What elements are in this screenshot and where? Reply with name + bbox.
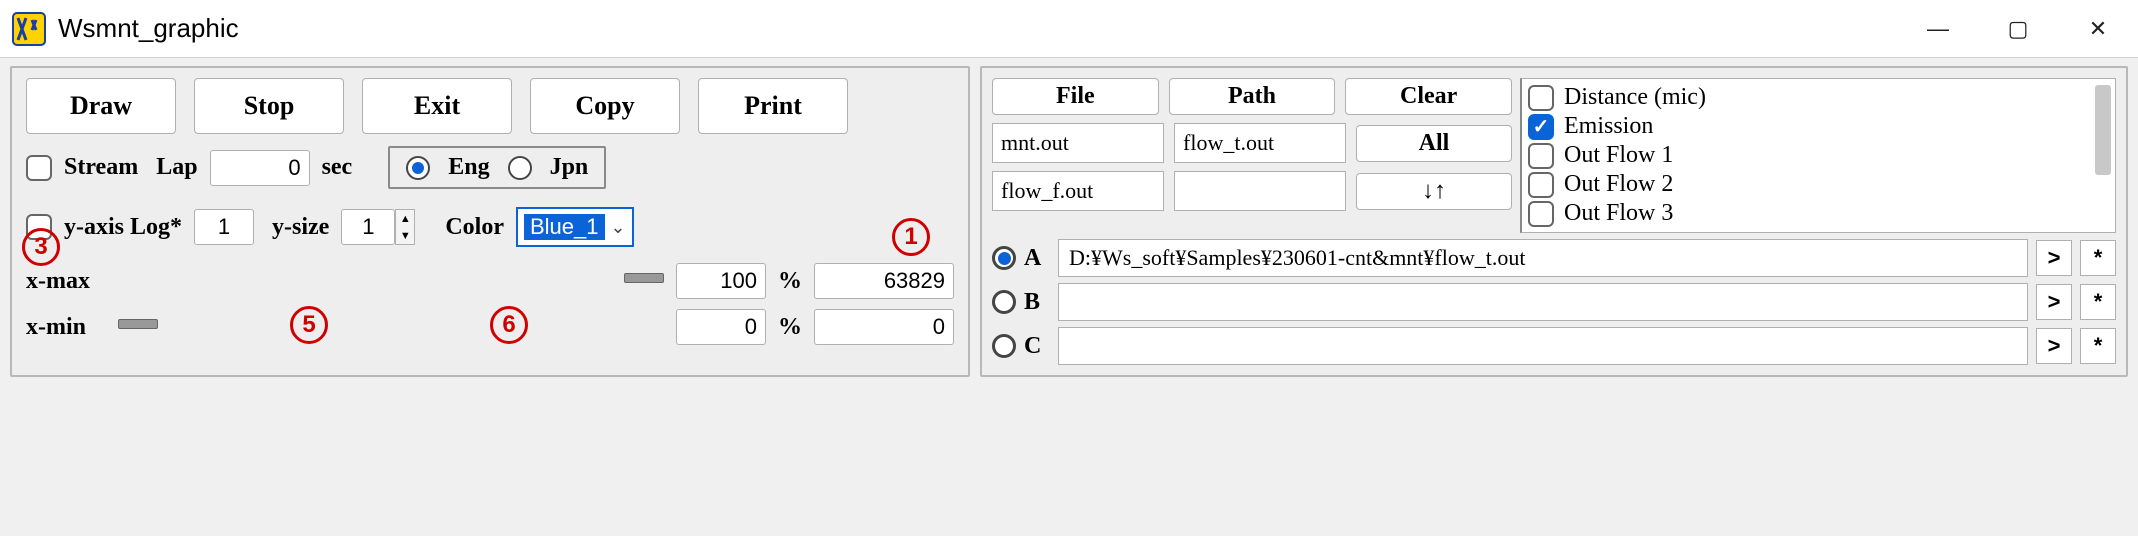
stop-button[interactable]: Stop xyxy=(194,78,344,134)
check-item-distance[interactable]: Distance (mic) xyxy=(1528,83,2109,112)
lap-unit-label: sec xyxy=(322,154,353,181)
xmax-pct-field[interactable]: 100 xyxy=(676,263,766,299)
file-c-radio[interactable] xyxy=(992,334,1016,358)
minimize-icon: — xyxy=(1927,16,1949,42)
lap-label: Lap xyxy=(156,154,197,181)
file-a-path[interactable]: D:¥Ws_soft¥Samples¥230601-cnt&mnt¥flow_t… xyxy=(1058,239,2028,277)
flow-t-out-cell[interactable]: flow_t.out xyxy=(1174,123,1346,163)
distance-label: Distance (mic) xyxy=(1564,84,1706,111)
close-icon: ✕ xyxy=(2089,16,2107,42)
outflow2-label: Out Flow 2 xyxy=(1564,171,1673,198)
print-button[interactable]: Print xyxy=(698,78,848,134)
file-button[interactable]: File xyxy=(992,78,1159,115)
file-a-star-button[interactable]: * xyxy=(2080,240,2116,276)
stream-label: Stream xyxy=(64,154,138,181)
swap-button[interactable]: ↓↑ xyxy=(1356,173,1512,210)
file-row-a: A D:¥Ws_soft¥Samples¥230601-cnt&mnt¥flow… xyxy=(992,239,2116,277)
language-group: Eng Jpn xyxy=(388,146,606,189)
file-c-label: C xyxy=(1024,333,1050,360)
xmax-value-field[interactable]: 63829 xyxy=(814,263,954,299)
xmin-pct-symbol: % xyxy=(778,314,802,341)
file-c-star-button[interactable]: * xyxy=(2080,328,2116,364)
xmin-label: x-min xyxy=(26,314,106,341)
flow-f-out-cell[interactable]: flow_f.out xyxy=(992,171,1164,211)
outflow1-label: Out Flow 1 xyxy=(1564,142,1673,169)
jpn-label: Jpn xyxy=(550,154,589,181)
xmax-pct-symbol: % xyxy=(778,268,802,295)
window-title: Wsmnt_graphic xyxy=(58,13,239,44)
file-row-c: C > * xyxy=(992,327,2116,365)
file-a-radio[interactable] xyxy=(992,246,1016,270)
check-item-outflow2[interactable]: Out Flow 2 xyxy=(1528,170,2109,199)
check-item-outflow1[interactable]: Out Flow 1 xyxy=(1528,141,2109,170)
all-button[interactable]: All xyxy=(1356,125,1512,162)
app-icon xyxy=(12,12,46,46)
xmin-value-field[interactable]: 0 xyxy=(814,309,954,345)
file-b-go-button[interactable]: > xyxy=(2036,284,2072,320)
ysize-spinner[interactable]: 1 ▲▼ xyxy=(341,209,415,245)
file-a-label: A xyxy=(1024,245,1050,272)
distance-checkbox[interactable] xyxy=(1528,85,1554,111)
file-b-path[interactable] xyxy=(1058,283,2028,321)
maximize-icon: ▢ xyxy=(2008,16,2029,42)
yaxis-log-value-field[interactable]: 1 xyxy=(194,209,254,245)
clear-button[interactable]: Clear xyxy=(1345,78,1512,115)
xmax-slider[interactable] xyxy=(118,280,664,282)
right-panel: File Path Clear mnt.out flow_t.out All f… xyxy=(980,66,2128,377)
mnt-out-cell[interactable]: mnt.out xyxy=(992,123,1164,163)
file-a-go-button[interactable]: > xyxy=(2036,240,2072,276)
emission-label: Emission xyxy=(1564,113,1653,140)
main-toolbar: Draw Stop Exit Copy Print xyxy=(26,78,954,134)
file-c-go-button[interactable]: > xyxy=(2036,328,2072,364)
chevron-down-icon: ⌄ xyxy=(611,217,626,238)
maximize-button[interactable]: ▢ xyxy=(1978,0,2058,58)
lap-value-field[interactable]: 0 xyxy=(210,150,310,186)
left-panel: Draw Stop Exit Copy Print Stream Lap 0 s… xyxy=(10,66,970,377)
outflow3-checkbox[interactable] xyxy=(1528,201,1554,227)
yaxis-log-label: y-axis Log* xyxy=(64,214,182,241)
check-item-emission[interactable]: Emission xyxy=(1528,112,2109,141)
emission-checkbox[interactable] xyxy=(1528,114,1554,140)
outflow2-checkbox[interactable] xyxy=(1528,172,1554,198)
check-item-outflow3[interactable]: Out Flow 3 xyxy=(1528,199,2109,228)
outflow3-label: Out Flow 3 xyxy=(1564,200,1673,227)
xmin-slider[interactable] xyxy=(118,326,664,328)
ysize-value-field[interactable]: 1 xyxy=(341,209,395,245)
jpn-radio[interactable] xyxy=(508,156,532,180)
checklist-scrollbar[interactable] xyxy=(2095,85,2111,175)
file-b-radio[interactable] xyxy=(992,290,1016,314)
path-button[interactable]: Path xyxy=(1169,78,1336,115)
color-selected-value: Blue_1 xyxy=(524,214,605,240)
copy-button[interactable]: Copy xyxy=(530,78,680,134)
color-select[interactable]: Blue_1 ⌄ xyxy=(516,207,634,247)
eng-radio[interactable] xyxy=(406,156,430,180)
file-b-label: B xyxy=(1024,289,1050,316)
draw-button[interactable]: Draw xyxy=(26,78,176,134)
color-label: Color xyxy=(445,214,504,241)
eng-label: Eng xyxy=(448,154,489,181)
xmax-label: x-max xyxy=(26,268,106,295)
titlebar: Wsmnt_graphic — ▢ ✕ xyxy=(0,0,2138,58)
minimize-button[interactable]: — xyxy=(1898,0,1978,58)
close-button[interactable]: ✕ xyxy=(2058,0,2138,58)
file-b-star-button[interactable]: * xyxy=(2080,284,2116,320)
xmin-pct-field[interactable]: 0 xyxy=(676,309,766,345)
variable-checklist: Distance (mic) Emission Out Flow 1 Out F… xyxy=(1520,78,2116,233)
file-c-path[interactable] xyxy=(1058,327,2028,365)
ysize-label: y-size xyxy=(272,214,329,241)
outflow1-checkbox[interactable] xyxy=(1528,143,1554,169)
stream-checkbox[interactable] xyxy=(26,155,52,181)
yaxis-log-checkbox[interactable] xyxy=(26,214,52,240)
file-row-b: B > * xyxy=(992,283,2116,321)
ysize-spinner-arrows[interactable]: ▲▼ xyxy=(395,209,415,245)
blank-cell[interactable] xyxy=(1174,171,1346,211)
exit-button[interactable]: Exit xyxy=(362,78,512,134)
